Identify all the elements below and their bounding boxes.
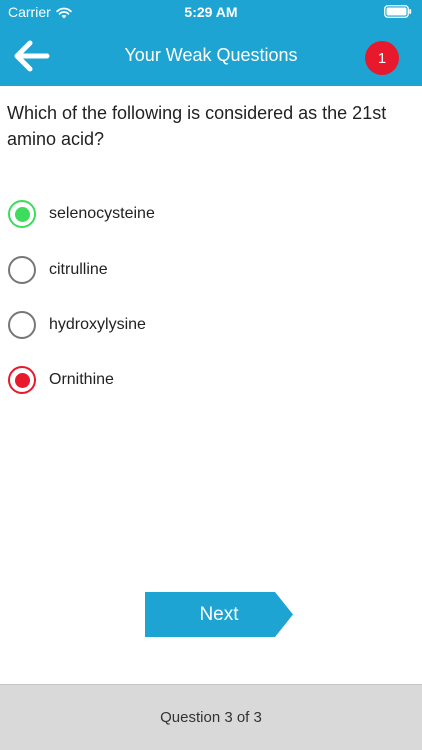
status-bar: Carrier 5:29 AM [0,0,422,26]
radio-unselected-icon [8,256,36,284]
option-label: hydroxylysine [49,316,146,333]
option-selenocysteine[interactable]: selenocysteine [8,196,408,232]
quiz-screen: Carrier 5:29 AM Your Weak Questions 1 Wh… [0,0,422,750]
radio-wrong-icon [8,366,36,394]
option-label: Ornithine [49,371,114,388]
option-label: selenocysteine [49,205,155,222]
header: Carrier 5:29 AM Your Weak Questions 1 [0,0,422,86]
status-time: 5:29 AM [184,4,238,20]
radio-correct-icon [8,200,36,228]
arrow-left-icon [14,40,50,72]
footer-bar: Question 3 of 3 [0,684,422,750]
next-button[interactable]: Next [145,592,293,637]
radio-unselected-icon [8,311,36,339]
weak-count-badge[interactable]: 1 [365,41,399,75]
option-ornithine[interactable]: Ornithine [8,362,408,398]
option-label: citrulline [49,261,108,278]
back-button[interactable] [12,38,52,74]
next-button-label: Next [199,603,239,625]
option-citrulline[interactable]: citrulline [8,252,408,288]
option-hydroxylysine[interactable]: hydroxylysine [8,307,408,343]
battery-icon [384,5,412,18]
question-progress: Question 3 of 3 [160,709,262,726]
question-text: Which of the following is considered as … [7,103,387,149]
page-title: Your Weak Questions [124,45,298,65]
nav-bar: Your Weak Questions 1 [0,26,422,86]
